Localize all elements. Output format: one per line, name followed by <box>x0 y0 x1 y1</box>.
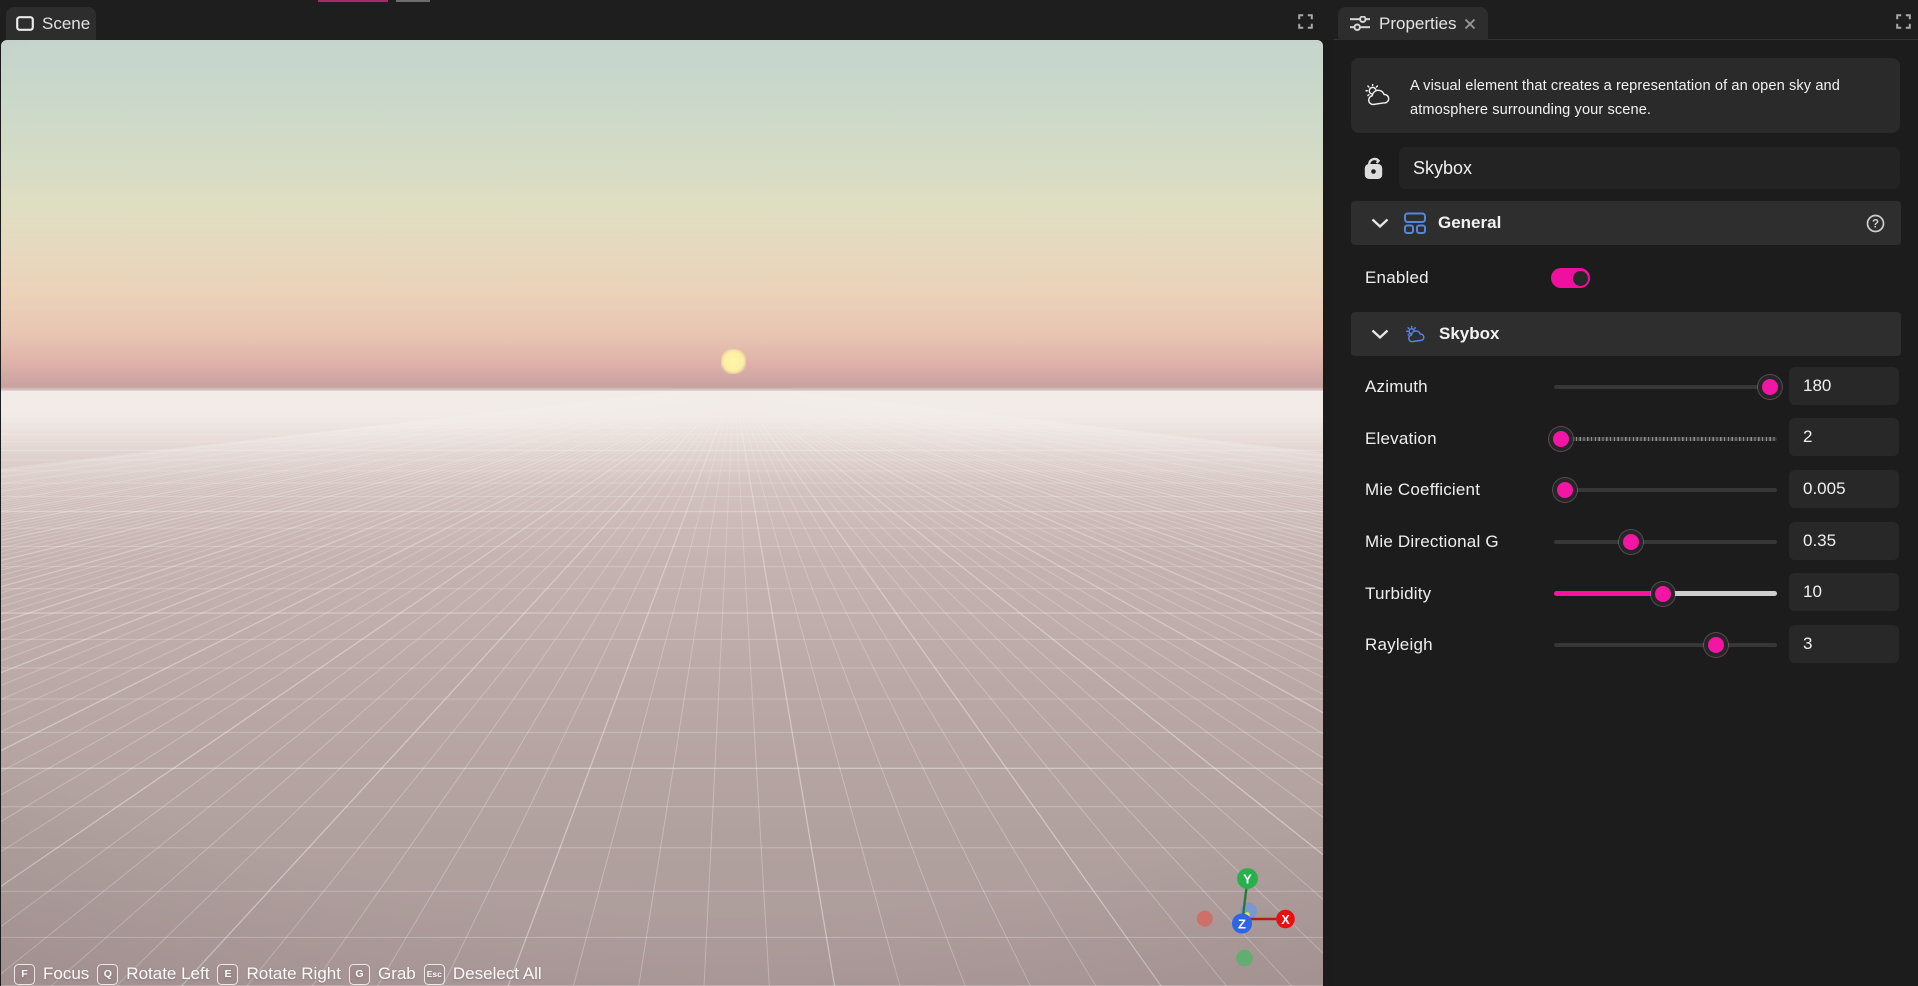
svg-text:?: ? <box>1872 219 1879 231</box>
svg-text:X: X <box>1281 913 1290 927</box>
svg-text:Z: Z <box>1238 917 1246 932</box>
svg-text:Y: Y <box>1243 872 1252 887</box>
